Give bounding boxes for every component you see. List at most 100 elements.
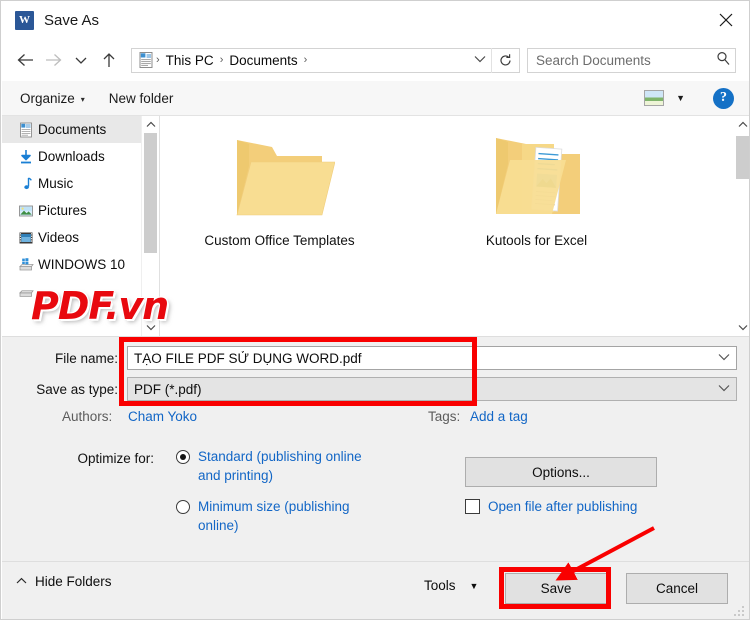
drive-icon bbox=[18, 257, 34, 273]
file-pane-scrollbar[interactable] bbox=[734, 116, 749, 336]
radio-minimum-size[interactable]: Minimum size (publishing online) bbox=[176, 497, 378, 535]
folder-with-file-icon bbox=[482, 138, 592, 228]
hide-folders-button[interactable]: Hide Folders bbox=[16, 574, 112, 589]
command-toolbar: Organize ▾ New folder ▼ ? bbox=[2, 81, 749, 116]
authors-value[interactable]: Cham Yoko bbox=[128, 409, 197, 424]
file-list-pane[interactable]: Custom Office Templates Kutools for Exce… bbox=[159, 116, 749, 336]
documents-icon bbox=[18, 122, 34, 138]
list-item[interactable]: Custom Office Templates bbox=[192, 130, 367, 249]
organize-label: Organize bbox=[20, 90, 75, 106]
organize-button[interactable]: Organize ▾ bbox=[14, 88, 91, 109]
sidebar-item-videos[interactable]: Videos bbox=[2, 224, 159, 251]
sidebar-item-windows-10-drive[interactable]: WINDOWS 10 bbox=[2, 251, 159, 278]
forward-button[interactable] bbox=[39, 46, 67, 74]
navigation-pane: Documents Downloads Music Pictures Video… bbox=[2, 116, 159, 336]
scroll-up-arrow-icon[interactable] bbox=[142, 116, 159, 133]
recent-locations-button[interactable] bbox=[67, 46, 95, 74]
save-as-type-row: Save as type: PDF (*.pdf) bbox=[2, 376, 749, 402]
search-box[interactable]: Search Documents bbox=[527, 47, 736, 73]
sidebar-item-documents[interactable]: Documents bbox=[2, 116, 159, 143]
address-bar[interactable]: › This PC › Documents › bbox=[131, 47, 520, 73]
cancel-button[interactable]: Cancel bbox=[626, 573, 728, 604]
up-one-level-button[interactable] bbox=[95, 46, 123, 74]
chevron-down-icon: ▼ bbox=[469, 580, 479, 591]
refresh-button[interactable] bbox=[491, 47, 519, 73]
list-item[interactable]: Kutools for Excel bbox=[449, 130, 624, 249]
chevron-down-icon[interactable] bbox=[712, 352, 736, 364]
tools-label: Tools bbox=[424, 578, 456, 593]
scrollbar-thumb[interactable] bbox=[144, 133, 157, 253]
drive-icon bbox=[18, 284, 34, 300]
chevron-down-icon: ▾ bbox=[80, 94, 85, 104]
search-input[interactable]: Search Documents bbox=[536, 53, 711, 68]
chevron-down-icon[interactable] bbox=[712, 383, 736, 395]
breadcrumb-separator: › bbox=[303, 54, 308, 66]
help-button[interactable]: ? bbox=[713, 87, 734, 109]
sidebar-item-music[interactable]: Music bbox=[2, 170, 159, 197]
back-button[interactable] bbox=[11, 46, 39, 74]
breadcrumb-this-pc[interactable]: This PC bbox=[161, 53, 219, 68]
radio-minimum-size-label: Minimum size (publishing online) bbox=[198, 499, 350, 533]
hide-folders-label: Hide Folders bbox=[35, 574, 112, 589]
save-as-type-value: PDF (*.pdf) bbox=[134, 381, 202, 397]
save-as-type-combobox[interactable]: PDF (*.pdf) bbox=[127, 377, 737, 401]
sidebar-item-drive-partial[interactable] bbox=[2, 278, 159, 305]
sidebar-item-downloads[interactable]: Downloads bbox=[2, 143, 159, 170]
scroll-down-arrow-icon[interactable] bbox=[734, 319, 749, 336]
resize-grip-icon[interactable] bbox=[734, 606, 746, 618]
save-as-type-label: Save as type: bbox=[36, 381, 118, 397]
window-title: Save As bbox=[44, 11, 100, 29]
radio-button-icon[interactable] bbox=[176, 500, 190, 514]
save-button[interactable]: Save bbox=[505, 573, 607, 604]
checkbox-icon[interactable] bbox=[465, 499, 480, 514]
pictures-icon bbox=[18, 203, 34, 219]
chevron-down-icon bbox=[75, 57, 87, 64]
file-name-label: File name: bbox=[54, 350, 118, 366]
add-a-tag-link[interactable]: Add a tag bbox=[470, 409, 528, 424]
open-file-after-publishing-label: Open file after publishing bbox=[488, 499, 638, 514]
breadcrumb-documents[interactable]: Documents bbox=[224, 53, 302, 68]
sidebar-label: Downloads bbox=[38, 149, 105, 164]
music-icon bbox=[18, 176, 34, 192]
tools-button[interactable]: Tools ▼ bbox=[418, 574, 484, 597]
chevron-up-icon bbox=[16, 576, 27, 588]
scroll-down-arrow-icon[interactable] bbox=[142, 319, 159, 336]
metadata-row: Authors: Cham Yoko Tags: Add a tag bbox=[2, 409, 749, 431]
file-name-combobox[interactable]: TẠO FILE PDF SỬ DỤNG WORD.pdf bbox=[127, 346, 737, 370]
sidebar-item-pictures[interactable]: Pictures bbox=[2, 197, 159, 224]
word-app-icon: W bbox=[15, 10, 34, 30]
address-dropdown-button[interactable] bbox=[469, 54, 491, 66]
save-form: File name: TẠO FILE PDF SỬ DỤNG WORD.pdf… bbox=[2, 336, 749, 562]
open-file-after-publishing-row[interactable]: Open file after publishing bbox=[465, 499, 637, 514]
sidebar-label: Documents bbox=[38, 122, 107, 137]
tags-label: Tags: bbox=[428, 409, 461, 424]
navigation-bar: › This PC › Documents › Search Documents bbox=[1, 39, 749, 81]
close-button[interactable] bbox=[703, 1, 749, 39]
arrow-right-icon bbox=[45, 54, 61, 66]
radio-button-icon[interactable] bbox=[176, 450, 190, 464]
videos-icon bbox=[18, 230, 34, 246]
close-icon bbox=[719, 13, 733, 27]
arrow-up-icon bbox=[103, 53, 115, 67]
folder-grid: Custom Office Templates Kutools for Exce… bbox=[160, 116, 734, 336]
sidebar-label: Music bbox=[38, 176, 74, 191]
sidebar-label: Pictures bbox=[38, 203, 87, 218]
arrow-left-icon bbox=[17, 54, 33, 66]
options-button[interactable]: Options... bbox=[465, 457, 657, 487]
save-as-dialog: W Save As › This PC › Documents › Search… bbox=[0, 0, 750, 620]
picture-view-icon[interactable] bbox=[644, 90, 665, 106]
new-folder-label: New folder bbox=[108, 90, 174, 106]
folder-name: Custom Office Templates bbox=[204, 233, 355, 248]
sidebar-label: Videos bbox=[38, 230, 80, 245]
file-name-row: File name: TẠO FILE PDF SỬ DỤNG WORD.pdf bbox=[2, 345, 749, 371]
search-icon bbox=[711, 51, 735, 69]
radio-standard[interactable]: Standard (publishing online and printing… bbox=[176, 447, 378, 485]
view-options-caret-icon[interactable]: ▼ bbox=[676, 93, 685, 103]
scroll-up-arrow-icon[interactable] bbox=[734, 116, 749, 133]
radio-standard-label: Standard (publishing online and printing… bbox=[198, 449, 362, 483]
new-folder-button[interactable]: New folder bbox=[103, 88, 180, 109]
scrollbar-thumb[interactable] bbox=[736, 136, 749, 179]
file-name-input[interactable]: TẠO FILE PDF SỬ DỤNG WORD.pdf bbox=[128, 351, 712, 366]
navigation-pane-scrollbar[interactable] bbox=[141, 116, 159, 336]
folder-icon bbox=[225, 140, 335, 228]
